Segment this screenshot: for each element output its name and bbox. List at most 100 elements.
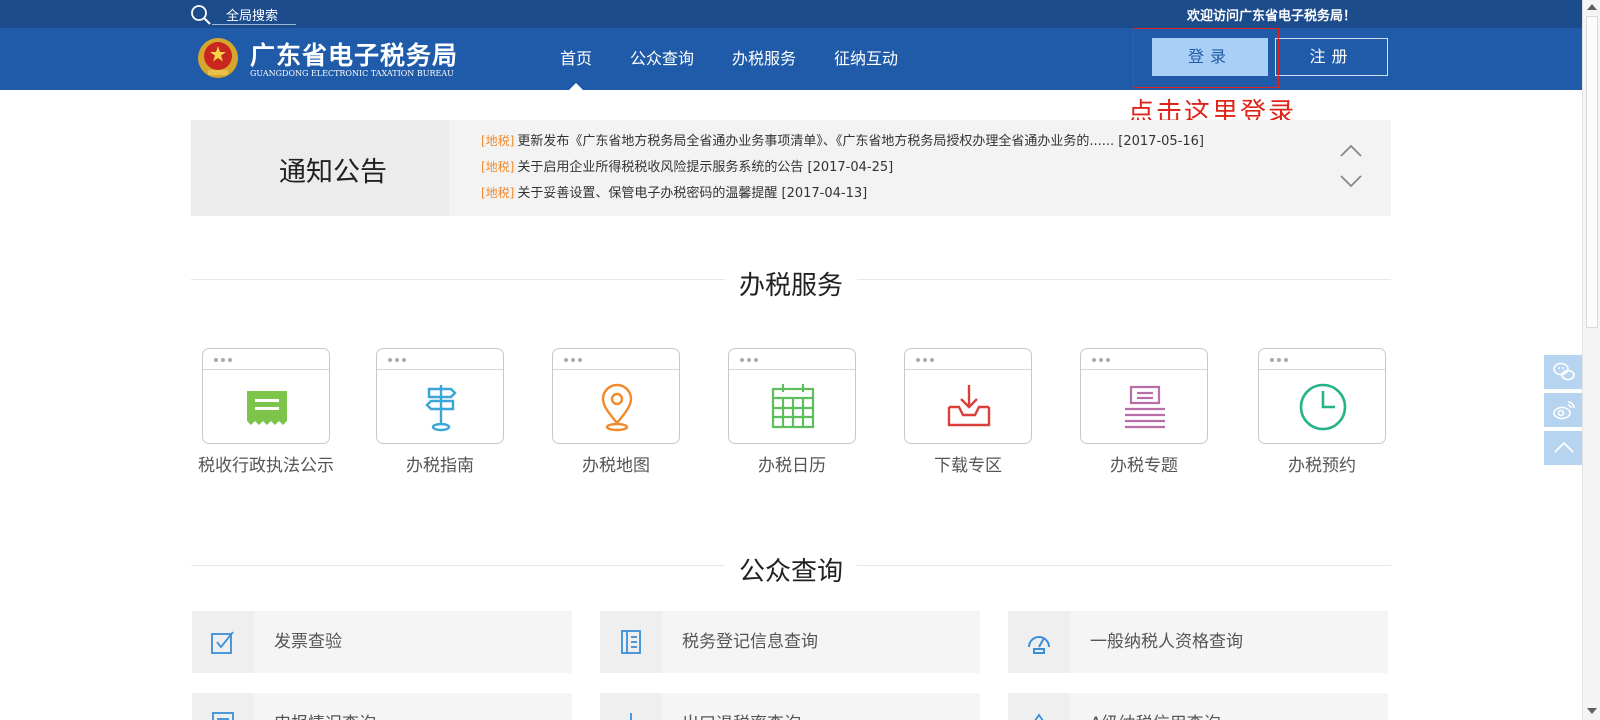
chevron-down-icon[interactable] [1339, 174, 1363, 188]
weibo-button[interactable] [1544, 393, 1584, 427]
services-heading: 办税服务 [724, 265, 858, 302]
notice-tab-arrow [423, 120, 449, 216]
ledger-icon [621, 630, 641, 654]
query-label: 发票查验 [274, 632, 342, 652]
window-dots-icon [740, 358, 758, 362]
chart-icon [630, 713, 632, 720]
query-invoice-check[interactable]: 发票查验 [192, 611, 572, 673]
search-underline [212, 24, 296, 25]
wechat-button[interactable] [1544, 355, 1584, 389]
badge-icon [1034, 713, 1044, 720]
search-icon[interactable] [190, 4, 212, 26]
notice-text[interactable]: 关于妥善设置、保管电子办税密码的温馨提醒 [2017-04-13] [517, 186, 867, 201]
query-label: 税务登记信息查询 [682, 632, 818, 652]
weibo-icon [1553, 401, 1575, 420]
calendar-icon [771, 384, 815, 429]
services-section-title: 办税服务 [191, 265, 1391, 302]
nav-item-interaction[interactable]: 征纳互动 [834, 28, 898, 90]
logo-title[interactable]: 广东省电子税务局 [250, 36, 458, 72]
document-stack-icon [1125, 385, 1165, 429]
query-label: 申报情况查询 [274, 693, 376, 720]
service-label: 办税专题 [1110, 456, 1178, 476]
card-divider [377, 369, 503, 370]
window-dots-icon [388, 358, 406, 362]
global-search-input[interactable]: 全局搜索 [226, 5, 278, 24]
window-dots-icon [1270, 358, 1288, 362]
query-credit-rating[interactable]: A级纳税信用查询 [1008, 693, 1388, 720]
window-dots-icon [564, 358, 582, 362]
query-export-rebate[interactable]: 出口退税率查询 [600, 693, 980, 720]
card-divider [905, 369, 1031, 370]
gauge-icon [1028, 636, 1050, 654]
national-emblem-icon [198, 38, 238, 78]
card-divider [1081, 369, 1207, 370]
service-card[interactable] [728, 348, 856, 444]
login-highlight-box [1133, 28, 1279, 88]
notice-panel: 通知公告 [地税] 更新发布《广东省地方税务局全省通办业务事项清单》、《广东省地方… [191, 120, 1391, 216]
notice-tag: [地税] [481, 134, 515, 148]
clock-icon [1299, 383, 1347, 431]
notice-list: [地税] 更新发布《广东省地方税务局全省通办业务事项清单》、《广东省地方税务局授权… [481, 128, 1204, 206]
ticket-icon [247, 391, 287, 425]
signpost-icon [425, 385, 457, 432]
notice-text[interactable]: 关于启用企业所得税税收风险提示服务系统的公告 [2017-04-25] [517, 160, 893, 175]
query-icon-box [1008, 693, 1070, 720]
logo-subtitle: GUANGDONG ELECTRONIC TAXATION BUREAU [250, 69, 454, 78]
service-card[interactable] [202, 348, 330, 444]
card-divider [203, 369, 329, 370]
nav-item-home[interactable]: 首页 [560, 28, 592, 90]
service-card[interactable] [904, 348, 1032, 444]
notice-tag: [地税] [481, 186, 515, 200]
window-dots-icon [214, 358, 232, 362]
notice-item[interactable]: [地税] 关于妥善设置、保管电子办税密码的温馨提醒 [2017-04-13] [481, 180, 1204, 206]
scroll-thumb[interactable] [1586, 16, 1598, 328]
notice-title: 通知公告 [279, 157, 387, 188]
card-divider [553, 369, 679, 370]
notice-text[interactable]: 更新发布《广东省地方税务局全省通办业务事项清单》、《广东省地方税务局授权办理全省… [517, 134, 1204, 149]
scroll-down-arrow-icon[interactable] [1587, 708, 1597, 714]
wechat-icon [1553, 362, 1575, 381]
notice-tag: [地税] [481, 160, 515, 174]
back-to-top-button[interactable] [1544, 431, 1584, 465]
query-icon-box [192, 611, 254, 673]
service-card[interactable] [552, 348, 680, 444]
service-label: 办税日历 [758, 456, 826, 476]
scroll-up-arrow-icon[interactable] [1587, 4, 1597, 10]
card-divider [729, 369, 855, 370]
register-button[interactable]: 注册 [1275, 38, 1388, 76]
notice-item[interactable]: [地税] 关于启用企业所得税税收风险提示服务系统的公告 [2017-04-25] [481, 154, 1204, 180]
download-tray-icon [947, 385, 991, 427]
query-general-taxpayer[interactable]: 一般纳税人资格查询 [1008, 611, 1388, 673]
main-nav: 首页 公众查询 办税服务 征纳互动 [560, 28, 936, 90]
form-icon [212, 712, 234, 720]
notice-item[interactable]: [地税] 更新发布《广东省地方税务局全省通办业务事项清单》、《广东省地方税务局授权… [481, 128, 1204, 154]
service-label: 办税地图 [582, 456, 650, 476]
window-dots-icon [1092, 358, 1110, 362]
map-pin-icon [601, 383, 633, 432]
query-icon-box [600, 693, 662, 720]
service-label: 办税预约 [1288, 456, 1356, 476]
query-icon-box [1008, 611, 1070, 673]
query-label: 一般纳税人资格查询 [1090, 632, 1243, 652]
service-label: 税收行政执法公示 [198, 456, 334, 476]
service-card[interactable] [1080, 348, 1208, 444]
query-registration-info[interactable]: 税务登记信息查询 [600, 611, 980, 673]
query-icon-box [192, 693, 254, 720]
nav-item-tax-service[interactable]: 办税服务 [732, 28, 796, 90]
query-icon-box [600, 611, 662, 673]
service-card[interactable] [376, 348, 504, 444]
query-label: 出口退税率查询 [682, 693, 801, 720]
card-divider [1259, 369, 1385, 370]
top-bar: 全局搜索 欢迎访问广东省电子税务局！ [0, 0, 1582, 28]
nav-item-public-query[interactable]: 公众查询 [630, 28, 694, 90]
service-card[interactable] [1258, 348, 1386, 444]
service-label: 下载专区 [934, 456, 1002, 476]
page-scrollbar[interactable] [1582, 0, 1600, 720]
query-declaration[interactable]: 申报情况查询 [192, 693, 572, 720]
service-label: 办税指南 [406, 456, 474, 476]
window-dots-icon [916, 358, 934, 362]
checkbox-icon [211, 631, 234, 654]
site-header: 广东省电子税务局 GUANGDONG ELECTRONIC TAXATION B… [0, 28, 1582, 90]
chevron-up-icon[interactable] [1339, 144, 1363, 158]
notice-tab: 通知公告 [191, 120, 449, 216]
